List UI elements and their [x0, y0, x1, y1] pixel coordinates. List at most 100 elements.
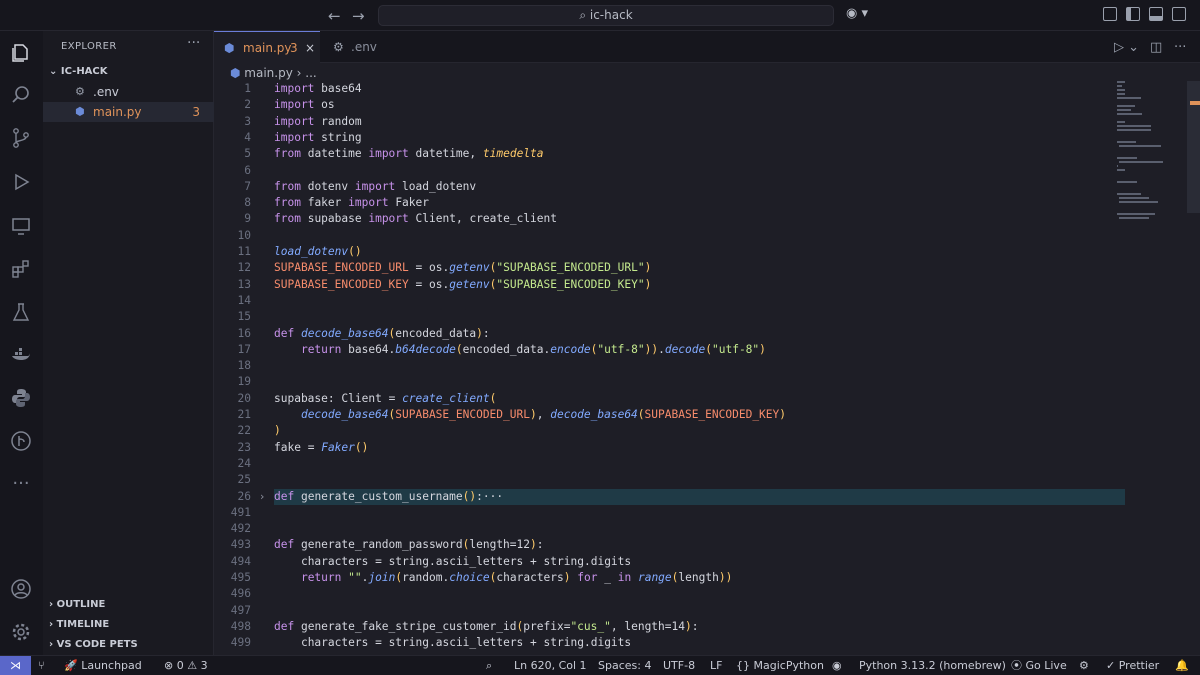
- code-line[interactable]: 18: [214, 358, 1200, 374]
- problems-item[interactable]: ⊗ 0 ⚠ 3: [164, 656, 208, 675]
- code-line[interactable]: 10: [214, 228, 1200, 244]
- zoom-icon[interactable]: ⌕: [486, 656, 492, 675]
- remote-indicator-icon[interactable]: ⋊: [0, 656, 31, 675]
- tab-env[interactable]: ⚙ .env: [321, 31, 431, 63]
- code-line[interactable]: 496: [214, 586, 1200, 602]
- remote-explorer-icon[interactable]: [10, 215, 32, 237]
- cursor-position[interactable]: Ln 620, Col 1: [514, 656, 587, 675]
- code-line[interactable]: 498 def generate_fake_stripe_customer_id(…: [214, 619, 1200, 635]
- code-line[interactable]: 499 characters = string.ascii_letters + …: [214, 635, 1200, 651]
- code-line[interactable]: 5 from datetime import datetime, timedelt…: [214, 146, 1200, 162]
- copilot-status-icon[interactable]: ◉: [832, 656, 842, 675]
- end-of-line[interactable]: LF: [710, 656, 722, 675]
- line-number: 21: [237, 408, 251, 421]
- more-actions-icon[interactable]: ···: [187, 35, 200, 51]
- line-number: 2: [244, 98, 251, 112]
- code-line[interactable]: 7 from dotenv import load_dotenv: [214, 179, 1200, 195]
- tab-main-py[interactable]: ⬢ main.py 3 ×: [214, 31, 320, 63]
- file-item-main-py[interactable]: ⬢ main.py 3: [43, 102, 214, 122]
- code-line[interactable]: 14: [214, 293, 1200, 309]
- code-line[interactable]: 22): [214, 423, 1200, 439]
- code-line[interactable]: 9 from supabase import Client, create_cli…: [214, 211, 1200, 227]
- code-line[interactable]: 20 supabase: Client = create_client(: [214, 391, 1200, 407]
- gitlens-icon[interactable]: [10, 430, 32, 452]
- breadcrumb: ⬢ main.py › ...: [230, 66, 317, 80]
- code-line[interactable]: 12 SUPABASE_ENCODED_URL = os.getenv("SUPA…: [214, 260, 1200, 276]
- code-line[interactable]: 6: [214, 163, 1200, 179]
- copilot-icon[interactable]: ◉ ▾: [846, 6, 868, 21]
- code-line[interactable]: 23 fake = Faker(): [214, 440, 1200, 456]
- code-line[interactable]: 16 def decode_base64(encoded_data):: [214, 326, 1200, 342]
- command-center-search[interactable]: ⌕ ic-hack: [378, 5, 834, 26]
- forward-arrow-icon[interactable]: →: [352, 7, 365, 25]
- extension-status-icon[interactable]: ⚙: [1079, 656, 1089, 675]
- outline-section[interactable]: › OUTLINE: [49, 599, 105, 610]
- git-graph-icon[interactable]: ⑂: [38, 656, 45, 675]
- editor-tabs: ⬢ main.py 3 × ⚙ .env ▷ ⌄ ◫ ···: [214, 31, 1200, 63]
- language-mode[interactable]: {} MagicPython: [736, 656, 824, 675]
- run-debug-icon[interactable]: [10, 171, 32, 193]
- minimap[interactable]: [1117, 81, 1187, 221]
- notifications-bell-icon[interactable]: 🔔: [1175, 656, 1189, 675]
- extensions-icon[interactable]: [10, 258, 32, 280]
- line-code: decode_base64(SUPABASE_ENCODED_URL), dec…: [300, 408, 787, 421]
- encoding[interactable]: UTF-8: [663, 656, 695, 675]
- python-interpreter[interactable]: Python 3.13.2 (homebrew): [859, 656, 1006, 675]
- code-line[interactable]: 1 import base64: [214, 81, 1200, 97]
- code-line[interactable]: 19: [214, 374, 1200, 390]
- code-line[interactable]: 21 decode_base64(SUPABASE_ENCODED_URL), …: [214, 407, 1200, 423]
- close-icon[interactable]: ×: [305, 32, 315, 64]
- folder-header[interactable]: ⌄ IC-HACK: [49, 66, 108, 77]
- gear-file-icon: ⚙: [333, 40, 344, 54]
- docker-icon[interactable]: [10, 344, 32, 366]
- search-icon[interactable]: [10, 84, 32, 106]
- source-control-icon[interactable]: [10, 127, 32, 149]
- code-line[interactable]: 497: [214, 603, 1200, 619]
- split-editor-icon[interactable]: ◫: [1150, 40, 1162, 55]
- code-line[interactable]: 493 def generate_random_password(length=1…: [214, 537, 1200, 553]
- fold-chevron-icon[interactable]: ›: [260, 489, 264, 505]
- minimap-line: [1117, 169, 1126, 171]
- testing-flask-icon[interactable]: [10, 301, 32, 323]
- python-icon[interactable]: [10, 387, 32, 409]
- toggle-panel-icon[interactable]: [1149, 7, 1163, 21]
- code-line[interactable]: 25: [214, 472, 1200, 488]
- run-python-file-icon[interactable]: ▷ ⌄: [1114, 40, 1139, 55]
- prettier-item[interactable]: ✓ Prettier: [1106, 656, 1159, 675]
- code-line[interactable]: 491: [214, 505, 1200, 521]
- toggle-secondary-sidebar-icon[interactable]: [1172, 7, 1186, 21]
- timeline-section[interactable]: › TIMELINE: [49, 619, 109, 630]
- breadcrumb-file[interactable]: main.py: [244, 66, 293, 80]
- account-icon[interactable]: [10, 578, 32, 600]
- line-number: 19: [237, 375, 251, 389]
- code-line[interactable]: 4 import string: [214, 130, 1200, 146]
- code-line[interactable]: 2 import os: [214, 97, 1200, 113]
- code-line[interactable]: 24: [214, 456, 1200, 472]
- code-line[interactable]: 26 › def generate_custom_username():···: [214, 488, 1200, 505]
- code-line[interactable]: 13 SUPABASE_ENCODED_KEY = os.getenv("SUPA…: [214, 277, 1200, 293]
- code-line[interactable]: 8 from faker import Faker: [214, 195, 1200, 211]
- more-actions-icon[interactable]: ···: [1174, 40, 1186, 55]
- layout-customize-icon[interactable]: [1103, 7, 1117, 21]
- more-icon[interactable]: ···: [10, 473, 32, 495]
- code-line[interactable]: 11 load_dotenv(): [214, 244, 1200, 260]
- code-line[interactable]: 15: [214, 309, 1200, 325]
- code-editor[interactable]: 1 import base64 2 import os 3 import random 4 i…: [214, 81, 1200, 655]
- settings-gear-icon[interactable]: [10, 621, 32, 643]
- indentation[interactable]: Spaces: 4: [598, 656, 651, 675]
- file-item-env[interactable]: ⚙ .env: [43, 82, 214, 102]
- toggle-sidebar-icon[interactable]: [1126, 7, 1140, 21]
- code-line[interactable]: 17 return base64.b64decode(encoded_data.…: [214, 342, 1200, 358]
- code-line[interactable]: 494 characters = string.ascii_letters + …: [214, 554, 1200, 570]
- launchpad-item[interactable]: 🚀 Launchpad: [64, 656, 142, 675]
- go-live-item[interactable]: ⦿ Go Live: [1011, 656, 1067, 675]
- code-line[interactable]: 3 import random: [214, 114, 1200, 130]
- warning-icon: ⚠: [187, 659, 201, 672]
- code-line[interactable]: 492: [214, 521, 1200, 537]
- back-arrow-icon[interactable]: ←: [328, 7, 341, 25]
- explorer-icon[interactable]: [10, 41, 32, 63]
- minimap-line: [1117, 81, 1125, 83]
- code-line[interactable]: 495 return "".join(random.choice(charact…: [214, 570, 1200, 586]
- vscode-pets-section[interactable]: › VS CODE PETS: [49, 639, 138, 650]
- line-code: SUPABASE_ENCODED_KEY = os.getenv("SUPABA…: [274, 277, 652, 291]
